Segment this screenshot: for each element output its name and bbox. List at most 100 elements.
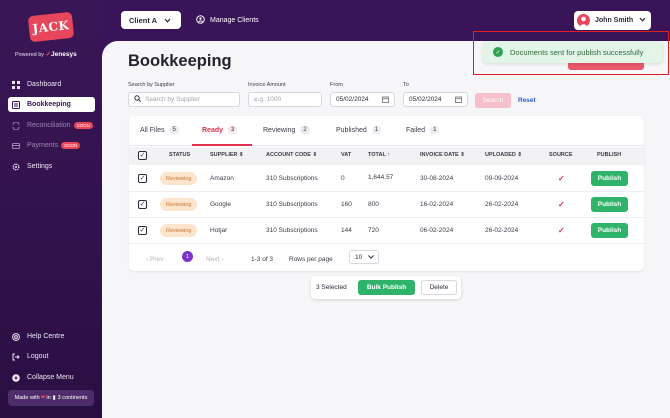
jenesys-source-icon: ✓: [558, 174, 565, 183]
made-with-continents: 3 continents: [57, 395, 88, 401]
header-label: ACCOUNT CODE: [266, 152, 311, 158]
tab-ready[interactable]: Ready 3: [202, 126, 238, 134]
search-icon: [134, 95, 141, 104]
row-checkbox[interactable]: ✓: [138, 200, 147, 209]
header-label: SUPPLIER: [210, 152, 238, 158]
made-with-prefix: Made with: [14, 395, 40, 401]
supplier-cell: Hotjar: [210, 227, 228, 234]
tab-label: Reviewing: [263, 126, 296, 134]
total-cell: 1,644.57: [368, 174, 394, 181]
logout-icon: [11, 352, 20, 361]
sort-up-icon: ↑: [387, 152, 391, 158]
header-account-code[interactable]: ACCOUNT CODE ⇕: [266, 152, 317, 158]
powered-by: Powered by ✓Jenesys: [15, 51, 77, 58]
vat-cell: 0: [341, 175, 345, 182]
supplier-placeholder: Search by Supplier: [145, 96, 200, 103]
invoice-date-cell: 30-08-2024: [420, 175, 454, 182]
invoice-date-cell: 16-02-2024: [420, 201, 454, 208]
sidebar-item-payments[interactable]: Payments SOON: [8, 138, 95, 153]
sidebar-item-logout[interactable]: Logout: [8, 349, 95, 364]
sidebar-item-settings[interactable]: Settings: [8, 159, 95, 174]
jenesys-source-icon: ✓: [558, 200, 565, 209]
table-row[interactable]: ✓ Reviewing Hotjar 310 Subscriptions 144…: [129, 218, 644, 244]
client-selector[interactable]: Client A: [121, 11, 181, 29]
header-invoice-date[interactable]: INVOICE DATE ⇕: [420, 152, 465, 158]
row-checkbox[interactable]: ✓: [138, 174, 147, 183]
row-checkbox[interactable]: ✓: [138, 226, 147, 235]
client-label: Client A: [129, 15, 158, 25]
table-row[interactable]: ✓ Reviewing Amazon 310 Subscriptions 0 1…: [129, 166, 644, 192]
active-tab-indicator: [192, 144, 252, 146]
sidebar-item-label: Reconciliation: [27, 122, 71, 129]
amount-label: Invoice Amount: [248, 82, 286, 88]
bulk-publish-button[interactable]: Bulk Publish: [358, 280, 415, 295]
logo-text: JACK: [31, 18, 71, 36]
sidebar-item-help[interactable]: Help Centre: [8, 329, 95, 344]
table-row[interactable]: ✓ Reviewing Google 310 Subscriptions 160…: [129, 192, 644, 218]
sort-icon: ⇕: [239, 152, 244, 158]
header-label: UPLOADED: [485, 152, 516, 158]
header-uploaded[interactable]: UPLOADED ⇕: [485, 152, 522, 158]
publish-button[interactable]: Publish: [591, 197, 628, 212]
tab-label: Failed: [406, 126, 426, 134]
current-page[interactable]: 1: [182, 251, 193, 262]
prev-page-button[interactable]: ‹ Prev: [146, 256, 163, 263]
sidebar-item-dashboard[interactable]: Dashboard: [8, 77, 95, 92]
reconcile-icon: [11, 121, 20, 130]
publish-button[interactable]: Publish: [591, 171, 628, 186]
tab-count: 2: [300, 126, 310, 134]
from-date-input[interactable]: 05/02/2024: [330, 92, 395, 107]
header-label: TOTAL: [368, 152, 386, 158]
user-menu[interactable]: John Smith: [574, 11, 651, 30]
rows-per-page-select[interactable]: 10: [349, 250, 379, 264]
uploaded-cell: 26-02-2024: [485, 227, 519, 234]
main-panel: Bookkeeping Search by Supplier Search by…: [102, 41, 670, 418]
manage-clients-link[interactable]: Manage Clients: [196, 15, 259, 26]
sidebar-item-bookkeeping[interactable]: Bookkeeping: [8, 97, 95, 112]
header-supplier[interactable]: SUPPLIER ⇕: [210, 152, 244, 158]
to-label: To: [403, 82, 409, 88]
made-with-suffix: in: [46, 395, 51, 401]
header-vat: VAT: [341, 152, 352, 158]
tab-failed[interactable]: Failed 1: [406, 126, 440, 134]
to-date-input[interactable]: 05/02/2024: [403, 92, 468, 107]
account-code-cell: 310 Subscriptions: [266, 201, 318, 208]
next-page-button[interactable]: Next ›: [206, 256, 223, 263]
publish-button[interactable]: Publish: [591, 223, 628, 238]
tab-reviewing[interactable]: Reviewing 2: [263, 126, 310, 134]
header-total[interactable]: TOTAL ↑: [368, 152, 390, 158]
collapse-icon: [11, 373, 20, 382]
made-with-badge: Made with ❤ in ▮ 3 continents: [8, 390, 94, 406]
header-source: SOURCE: [549, 152, 573, 158]
book-icon: [11, 100, 20, 109]
vat-cell: 144: [341, 227, 352, 234]
select-all-checkbox[interactable]: ✓: [138, 151, 147, 160]
heart-icon: ❤: [40, 395, 46, 401]
header-status: STATUS: [169, 152, 191, 158]
jack-logo[interactable]: JACK: [27, 11, 75, 43]
supplier-label: Search by Supplier: [128, 82, 175, 88]
sidebar-item-collapse[interactable]: Collapse Menu: [8, 370, 95, 385]
tab-all-files[interactable]: All Files 5: [140, 126, 179, 134]
clients-icon: [196, 15, 205, 26]
sidebar-item-label: Settings: [27, 163, 53, 170]
calendar-icon: [382, 96, 389, 105]
uploaded-cell: 09-09-2024: [485, 175, 519, 182]
sidebar-item-label: Bookkeeping: [27, 101, 71, 108]
page-range: 1-3 of 3: [251, 256, 274, 263]
tab-count: 1: [371, 126, 382, 134]
total-cell: 800: [368, 201, 379, 208]
tab-count: 5: [169, 126, 179, 134]
jenesys-source-icon: ✓: [558, 226, 565, 235]
sidebar-item-reconciliation[interactable]: Reconciliation SOON: [8, 118, 95, 133]
search-button[interactable]: Search: [475, 93, 511, 108]
avatar: [577, 14, 590, 27]
tab-label: Published: [336, 126, 367, 134]
chevron-down-icon: [639, 17, 646, 24]
tab-published[interactable]: Published 1: [336, 126, 382, 134]
delete-button[interactable]: Delete: [421, 280, 457, 295]
supplier-search-input[interactable]: Search by Supplier: [128, 92, 240, 107]
status-badge: Reviewing: [160, 172, 198, 185]
reset-button[interactable]: Reset: [518, 97, 536, 104]
amount-input[interactable]: e.g. 1000: [248, 92, 322, 107]
